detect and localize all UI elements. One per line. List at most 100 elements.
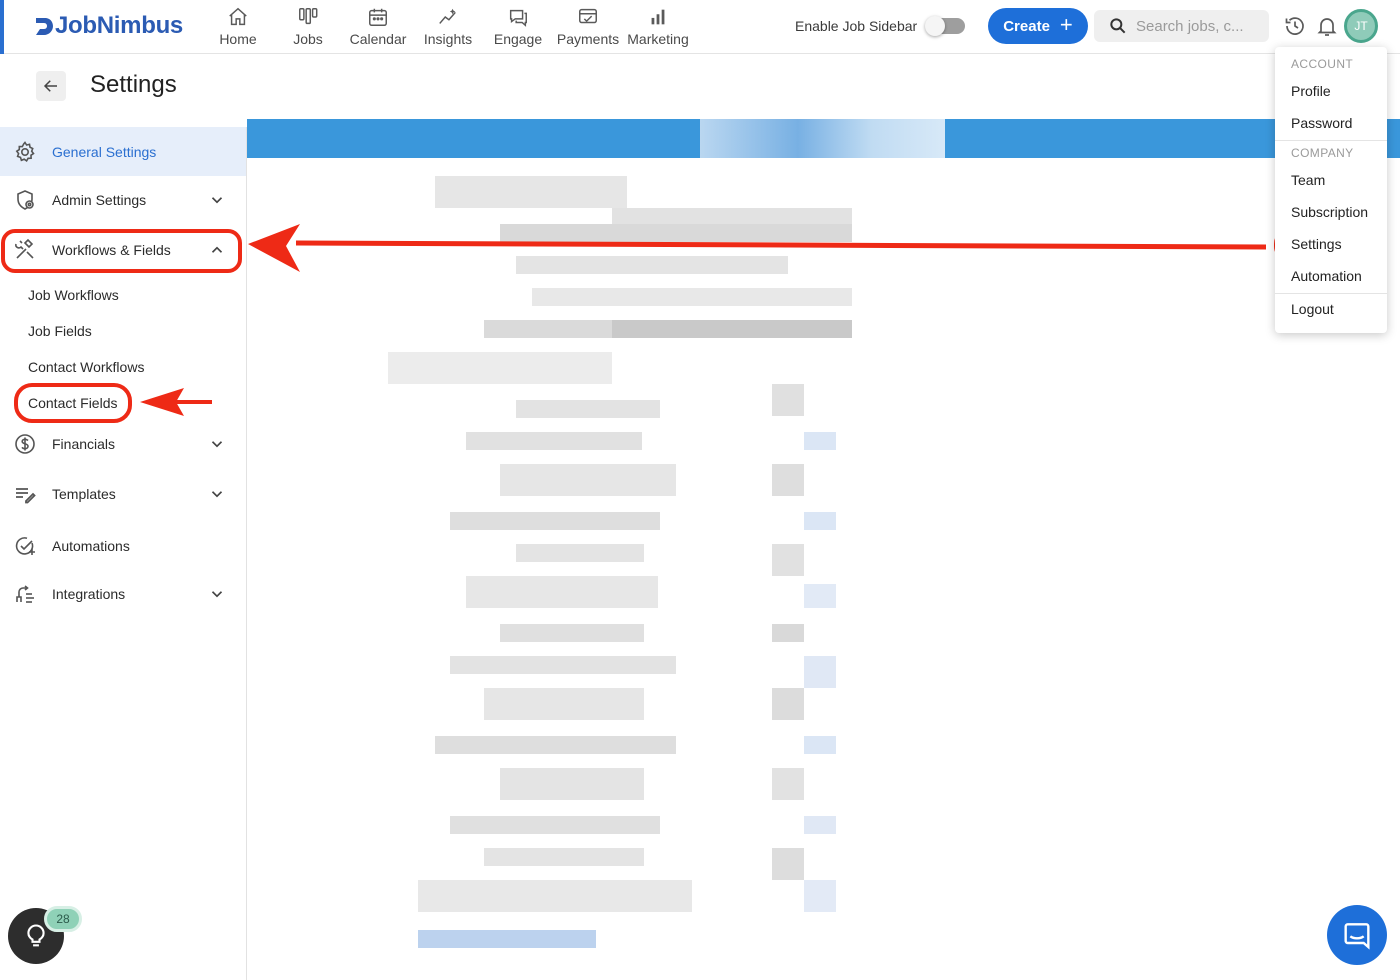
menu-item-subscription[interactable]: Subscription xyxy=(1291,204,1368,220)
redacted-content-block xyxy=(450,512,660,530)
app-logo[interactable]: JobNimbus xyxy=(34,11,183,41)
dollar-circle-icon xyxy=(15,434,35,454)
sidebar-item-label: Automations xyxy=(52,538,130,554)
insights-sparkle-icon xyxy=(439,8,456,24)
nav-home[interactable]: Home xyxy=(218,6,258,50)
menu-item-profile[interactable]: Profile xyxy=(1291,83,1331,99)
search-icon xyxy=(1110,18,1126,34)
redacted-content-block xyxy=(450,816,660,834)
menu-item-password[interactable]: Password xyxy=(1291,115,1352,131)
nav-payments[interactable]: Payments xyxy=(554,6,622,50)
sidebar-subitem-job-workflows[interactable]: Job Workflows xyxy=(28,287,119,303)
redacted-content-block xyxy=(804,512,836,530)
sidebar-item-templates[interactable]: Templates xyxy=(0,470,246,518)
nav-jobs[interactable]: Jobs xyxy=(288,6,328,50)
redacted-content-block xyxy=(435,736,676,754)
redacted-content-block xyxy=(532,288,852,306)
redacted-content-block xyxy=(804,584,836,608)
redacted-content-block xyxy=(804,432,836,450)
content-banner xyxy=(247,119,1400,158)
history-icon[interactable] xyxy=(1283,14,1307,38)
tools-icon xyxy=(15,238,34,259)
menu-section-account: ACCOUNT xyxy=(1291,57,1354,71)
shield-gear-icon xyxy=(17,190,34,210)
sidebar-subitem-job-fields[interactable]: Job Fields xyxy=(28,323,92,339)
create-button-label: Create xyxy=(1003,17,1050,35)
notification-bell-icon[interactable] xyxy=(1315,14,1339,38)
gear-icon xyxy=(15,140,35,162)
sidebar-item-label: Workflows & Fields xyxy=(52,242,171,258)
redacted-content-block xyxy=(516,400,660,418)
sidebar-item-label: General Settings xyxy=(52,143,157,160)
menu-item-team[interactable]: Team xyxy=(1291,172,1325,188)
redacted-content-block xyxy=(772,688,804,720)
nav-calendar[interactable]: Calendar xyxy=(348,6,408,50)
integrations-icon xyxy=(16,585,34,603)
arrow-left-icon xyxy=(43,80,57,92)
menu-item-automation[interactable]: Automation xyxy=(1291,268,1362,284)
sidebar-item-financials[interactable]: Financials xyxy=(0,420,246,468)
sidebar-item-automations[interactable]: Automations xyxy=(0,522,246,570)
sidebar-item-integrations[interactable]: Integrations xyxy=(0,570,246,618)
brand-edge-strip xyxy=(0,0,4,54)
chat-bubbles-icon xyxy=(509,9,527,27)
redacted-content-block xyxy=(388,352,612,384)
sidebar-item-admin-settings[interactable]: Admin Settings xyxy=(0,176,246,224)
logo-text: JobNimbus xyxy=(55,12,183,39)
logo-mark-icon xyxy=(36,18,53,35)
redacted-content-block xyxy=(418,880,692,912)
sidebar-item-general-settings[interactable]: General Settings xyxy=(0,127,246,176)
redacted-content-block xyxy=(500,624,644,642)
check-plus-icon xyxy=(15,537,35,555)
redacted-content-block xyxy=(435,176,627,208)
sidebar-item-workflows-fields[interactable]: Workflows & Fields xyxy=(0,226,246,274)
redacted-content-block xyxy=(500,224,852,242)
user-avatar[interactable]: JT xyxy=(1344,9,1378,43)
sidebar-subitem-contact-fields[interactable]: Contact Fields xyxy=(28,395,117,411)
redacted-content-block xyxy=(772,464,804,496)
redacted-content-block xyxy=(772,624,804,642)
plus-icon: + xyxy=(1059,12,1073,37)
chevron-down-icon xyxy=(211,591,223,598)
search-input[interactable] xyxy=(1136,17,1256,35)
job-sidebar-toggle-label: Enable Job Sidebar xyxy=(795,18,918,34)
chat-icon xyxy=(1344,923,1370,950)
nav-home-label: Home xyxy=(219,31,257,47)
bar-chart-icon xyxy=(651,9,665,25)
chevron-down-icon xyxy=(211,197,223,204)
menu-section-company: COMPANY xyxy=(1291,146,1354,160)
chat-support-button[interactable] xyxy=(1327,905,1387,965)
menu-item-settings[interactable]: Settings xyxy=(1291,236,1342,252)
nav-engage[interactable]: Engage xyxy=(492,6,544,50)
create-button[interactable]: Create + xyxy=(988,8,1088,44)
template-list-icon xyxy=(16,488,36,504)
account-dropdown-menu: ACCOUNT Profile Password COMPANY Team Su… xyxy=(1275,47,1387,333)
search-box[interactable] xyxy=(1094,10,1269,42)
redacted-content-block xyxy=(500,768,644,800)
redacted-content-block xyxy=(466,432,642,450)
settings-sidebar: General Settings Admin Settings Workflow… xyxy=(0,127,247,980)
payment-card-icon xyxy=(579,8,597,24)
redacted-content-block xyxy=(484,688,644,720)
back-button[interactable] xyxy=(36,71,66,101)
redacted-content-block xyxy=(484,848,644,866)
nav-marketing[interactable]: Marketing xyxy=(624,6,692,50)
job-sidebar-toggle[interactable] xyxy=(925,16,965,36)
sidebar-item-label: Admin Settings xyxy=(52,192,147,208)
redacted-content-block xyxy=(772,544,804,576)
blurred-banner-title xyxy=(700,119,945,158)
top-navigation-bar: JobNimbus Home Jobs Calendar Insights En… xyxy=(0,0,1400,54)
nav-marketing-label: Marketing xyxy=(627,31,689,47)
nav-insights[interactable]: Insights xyxy=(420,6,476,50)
redacted-content-block xyxy=(516,256,788,274)
menu-item-logout[interactable]: Logout xyxy=(1291,301,1334,317)
redacted-content-block xyxy=(450,656,676,674)
redacted-content-block xyxy=(804,816,836,834)
chevron-up-icon xyxy=(211,246,223,253)
redacted-content-block xyxy=(418,930,596,948)
sidebar-subitem-contact-workflows[interactable]: Contact Workflows xyxy=(28,359,144,375)
sidebar-item-label: Templates xyxy=(52,486,116,502)
redacted-content-block xyxy=(804,736,836,754)
menu-divider xyxy=(1275,140,1387,141)
page-title: Settings xyxy=(90,71,177,98)
